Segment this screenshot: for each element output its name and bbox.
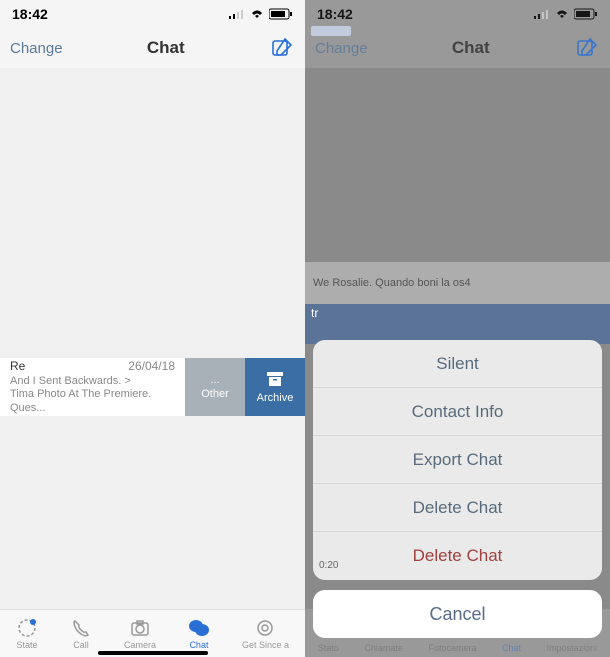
dots-icon: ... [210, 374, 219, 386]
chat-preview-line2: Tima Photo At The Premiere. Ques... [10, 388, 175, 414]
phone-icon [70, 617, 92, 639]
nav-title: Chat [452, 38, 490, 58]
action-sheet: Silent Contact Info Export Chat Delete C… [313, 340, 602, 580]
compose-icon [576, 37, 598, 59]
archive-icon [266, 371, 284, 390]
tab-state-label: State [16, 640, 37, 650]
swipe-archive-label: Archive [257, 392, 294, 404]
btab-stato: Stato [318, 643, 339, 653]
tab-camera[interactable]: Camera [124, 617, 156, 650]
chat-list: Re 26/04/18 And I Sent Backwards. > Tima… [0, 68, 305, 609]
nav-title: Chat [147, 38, 185, 58]
nav-bar: Change Chat [0, 28, 305, 68]
btab-impostazioni: Impostazioni [547, 643, 598, 653]
blurred-text: We Rosalie. Quando boni la os4 [313, 277, 471, 289]
compose-button[interactable] [269, 35, 295, 61]
status-bar: 18:42 [305, 0, 610, 28]
action-delete-chat-1[interactable]: Delete Chat [313, 484, 602, 532]
compose-icon [271, 37, 293, 59]
tab-call-label: Call [73, 640, 89, 650]
status-bar: 18:42 [0, 0, 305, 28]
tab-bar: State Call Camera Chat Get Since a [0, 609, 305, 657]
action-export-chat[interactable]: Export Chat [313, 436, 602, 484]
battery-icon [269, 8, 293, 20]
signal-icon [534, 9, 550, 19]
tab-call[interactable]: Call [70, 617, 92, 650]
signal-icon [229, 9, 245, 19]
nav-bar: Change Chat [305, 28, 610, 68]
right-screenshot: 18:42 Change Chat We Rosalie. Quando bon… [305, 0, 610, 657]
chat-row-content: Re 26/04/18 And I Sent Backwards. > Tima… [0, 358, 185, 416]
camera-icon [129, 617, 151, 639]
action-delete-chat-2[interactable]: Delete Chat [313, 532, 602, 580]
swipe-other-label: Other [201, 388, 229, 400]
blurred-name: tr [305, 300, 324, 326]
btab-chiamate: Chiamate [364, 643, 403, 653]
status-time: 18:42 [317, 6, 353, 22]
swipe-other-button[interactable]: ... Other [185, 358, 245, 416]
nav-change-button[interactable]: Change [10, 40, 63, 57]
chat-icon [188, 617, 210, 639]
tab-camera-label: Camera [124, 640, 156, 650]
chat-date: 26/04/18 [128, 359, 175, 373]
blurred-chat-row: We Rosalie. Quando boni la os4 [305, 262, 610, 304]
tab-chat[interactable]: Chat [188, 617, 210, 650]
btab-fotocamera: Fotocamera [428, 643, 476, 653]
blurred-tab-bar: Stato Chiamate Fotocamera Chat Impostazi… [305, 587, 610, 657]
left-screenshot: 18:42 Change Chat Re 26/04/18 [0, 0, 305, 657]
chat-row[interactable]: Re 26/04/18 And I Sent Backwards. > Tima… [0, 358, 305, 416]
nav-change-button[interactable]: Change [315, 40, 368, 57]
battery-icon [574, 8, 598, 20]
compose-button[interactable] [574, 35, 600, 61]
blurry-meta: 0:20 [319, 560, 596, 571]
blurred-selected-row: tr [305, 304, 610, 344]
action-silent[interactable]: Silent [313, 340, 602, 388]
action-contact-info[interactable]: Contact Info [313, 388, 602, 436]
chat-name: Re [10, 359, 25, 373]
wifi-icon [249, 8, 265, 20]
wifi-icon [554, 8, 570, 20]
status-time: 18:42 [12, 6, 48, 22]
status-icons [534, 8, 598, 20]
status-icons [229, 8, 293, 20]
chat-preview-line1: And I Sent Backwards. > [10, 375, 175, 388]
gear-icon [254, 617, 276, 639]
tab-settings[interactable]: Get Since a [242, 617, 289, 650]
swipe-archive-button[interactable]: Archive [245, 358, 305, 416]
state-icon [16, 617, 38, 639]
home-indicator[interactable] [98, 651, 208, 655]
btab-chat: Chat [502, 643, 521, 653]
tab-chat-label: Chat [189, 640, 208, 650]
tab-settings-label: Get Since a [242, 640, 289, 650]
tab-state[interactable]: State [16, 617, 38, 650]
